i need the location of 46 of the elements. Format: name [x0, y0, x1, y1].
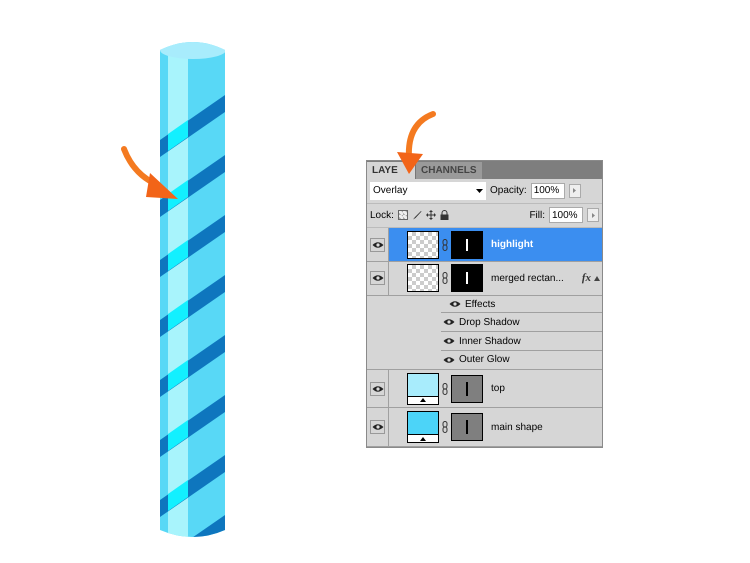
layer-name: top — [491, 382, 505, 396]
vector-mask-thumbnail — [451, 413, 483, 442]
chain-link-icon — [442, 272, 448, 284]
dropdown-caret-icon — [476, 188, 483, 193]
blend-mode-dropdown[interactable]: Overlay — [370, 182, 486, 200]
chain-link-icon — [442, 382, 448, 395]
fill-field[interactable]: 100% — [549, 207, 583, 224]
effect-name: Drop Shadow — [459, 316, 520, 330]
effect-name: Outer Glow — [459, 353, 510, 368]
effect-name: Inner Shadow — [459, 334, 521, 349]
transparent-thumbnail — [407, 264, 439, 292]
layer-row[interactable]: main shape — [367, 408, 602, 447]
brush-icon[interactable] — [412, 210, 422, 220]
layer-name: merged rectan... — [491, 272, 564, 286]
opacity-label: Opacity: — [490, 184, 527, 198]
layer-row[interactable]: merged rectan... fx — [367, 262, 602, 296]
fx-icon: fx — [582, 270, 591, 287]
transparent-thumbnail — [407, 230, 439, 259]
layer-name: highlight — [491, 238, 534, 252]
eye-icon[interactable] — [443, 356, 455, 364]
vector-mask-thumbnail — [451, 374, 483, 403]
play-triangle-icon — [592, 212, 594, 218]
effects-label: Effects — [465, 298, 496, 312]
eye-icon[interactable] — [372, 240, 384, 249]
mask-thumbnail — [451, 264, 483, 292]
lock-label: Lock: — [370, 208, 394, 223]
layer-name: main shape — [491, 420, 543, 435]
fill-slider-button[interactable] — [587, 208, 599, 222]
collapse-arrow-icon[interactable] — [594, 276, 600, 281]
eye-icon[interactable] — [449, 300, 461, 308]
mask-thumbnail — [451, 230, 483, 259]
eye-icon[interactable] — [372, 423, 384, 432]
lock-icon[interactable] — [440, 210, 449, 220]
opacity-field[interactable]: 100% — [530, 182, 565, 199]
chain-link-icon — [442, 238, 448, 251]
lock-transparency-icon[interactable] — [398, 210, 408, 220]
eye-icon[interactable] — [372, 274, 384, 282]
opacity-slider-button[interactable] — [568, 184, 581, 198]
eye-icon[interactable] — [372, 384, 384, 393]
play-triangle-icon — [573, 188, 576, 194]
fill-label: Fill: — [529, 208, 545, 223]
eye-icon[interactable] — [443, 337, 455, 346]
layer-row[interactable]: top — [367, 370, 602, 408]
eye-icon[interactable] — [443, 318, 455, 326]
move-icon[interactable] — [426, 210, 436, 220]
chain-link-icon — [442, 421, 448, 434]
